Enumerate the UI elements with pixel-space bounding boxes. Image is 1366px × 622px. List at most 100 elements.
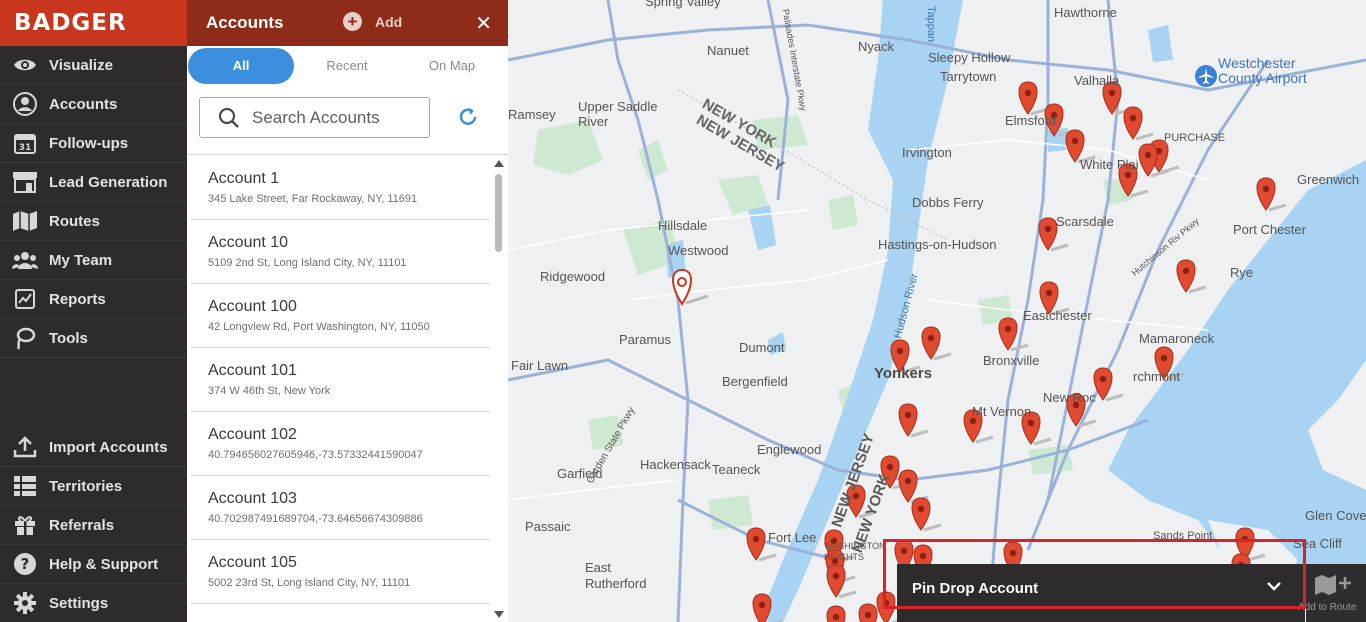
badger-logo[interactable]: BADGER [0, 0, 187, 46]
map-label-nyack: Nyack [858, 39, 895, 54]
account-list-item[interactable]: Account 101 374 W 46th St, New York [190, 348, 490, 412]
team-icon [12, 248, 38, 272]
map-label-fair-lawn: Fair Lawn [511, 358, 569, 373]
account-address: 5002 23rd St, Long Island City, NY, 1110… [208, 577, 411, 589]
pin-drop-account-bar[interactable]: Pin Drop Account [897, 564, 1305, 622]
sidebar-item-reports[interactable]: Reports [0, 280, 187, 319]
account-address: 40.794656027605946,-73.57332441590047 [208, 449, 423, 461]
account-pin-icon[interactable] [826, 605, 856, 622]
account-list-item[interactable]: Account 1 345 Lake Street, Far Rockaway, … [190, 156, 490, 220]
map-label-fort-lee: Fort Lee [768, 530, 817, 545]
sidebar-item-accounts[interactable]: Accounts [0, 85, 187, 124]
map-view[interactable]: Spring Valley Nanuet Nyack Sleepy Hollow… [508, 0, 1366, 622]
sidebar-item-lead-generation[interactable]: Lead Generation [0, 163, 187, 202]
sidebar-item-label: Accounts [49, 95, 118, 113]
account-list-item[interactable]: Account 100 42 Longview Rd, Port Washingt… [190, 284, 490, 348]
sidebar-item-label: Routes [49, 212, 100, 230]
search-box[interactable] [199, 97, 430, 138]
search-icon [218, 107, 239, 128]
map-label-irvington: Irvington [902, 145, 952, 160]
tab-on-map[interactable]: On Map [402, 48, 502, 84]
account-pin-icon[interactable] [921, 326, 952, 361]
account-pin-icon[interactable] [911, 497, 942, 532]
account-pin-icon[interactable] [898, 403, 929, 438]
sidebar-item-visualize[interactable]: Visualize [0, 46, 187, 85]
chevron-down-icon[interactable] [1267, 581, 1281, 591]
map-icon [12, 209, 38, 233]
account-list-item[interactable]: Account 103 40.702987491689704,-73.646566… [190, 476, 490, 540]
account-list: Account 1 345 Lake Street, Far Rockaway, … [187, 156, 490, 622]
map-label-westchester-airport: Westchester County Airport [1218, 55, 1307, 86]
account-address: 5109 2nd St, Long Island City, NY, 11101 [208, 257, 407, 269]
plus-icon: + [343, 12, 362, 31]
search-input[interactable] [250, 106, 424, 129]
svg-text:31: 31 [19, 143, 32, 153]
account-pin-icon[interactable] [1256, 177, 1287, 212]
map-label-greenwich: Greenwich [1297, 172, 1360, 187]
account-name: Account 1 [208, 170, 280, 187]
account-name: Account 102 [208, 426, 297, 443]
gift-icon [12, 513, 38, 537]
map-label-upper-saddle-river: Upper Saddle River [578, 99, 658, 129]
account-address: 345 Lake Street, Far Rockaway, NY, 11691 [208, 193, 418, 205]
sidebar-item-territories[interactable]: Territories [0, 467, 187, 506]
account-name: Account 105 [208, 554, 297, 571]
account-list-item[interactable]: Account 10 5109 2nd St, Long Island City,… [190, 220, 490, 284]
map-label-mt-vernon: Mt Vernon [972, 404, 1032, 419]
tab-bar: All Recent On Map [187, 46, 508, 88]
sidebar-item-settings[interactable]: Settings [0, 584, 187, 622]
sidebar-item-label: Reports [49, 290, 106, 308]
map-label-hillsdale: Hillsdale [658, 218, 708, 233]
account-list-scrollbar[interactable] [493, 156, 505, 622]
close-icon[interactable]: ✕ [475, 11, 492, 36]
account-pin-icon[interactable] [898, 469, 929, 504]
account-pin-icon[interactable] [1093, 367, 1124, 402]
scroll-up-icon[interactable] [494, 160, 504, 167]
account-pin-icon[interactable] [1018, 81, 1049, 116]
airport-icon [1195, 65, 1217, 87]
map-label-passaic: Passaic [525, 519, 571, 534]
account-list-item[interactable]: Account 105 5002 23rd St, Long Island Cit… [190, 540, 490, 604]
map-label-spring-valley: Spring Valley [645, 0, 721, 9]
user-circle-icon [12, 92, 38, 116]
map-label-purchase: PURCHASE [1164, 132, 1226, 144]
add-to-route-button[interactable]: Add to Route [1298, 564, 1366, 622]
map-label-tappan: Tappan [925, 5, 938, 43]
search-row [187, 88, 508, 155]
sidebar-item-follow-ups[interactable]: 31 Follow-ups [0, 124, 187, 163]
report-icon [12, 287, 38, 311]
scroll-down-icon[interactable] [494, 611, 504, 618]
sidebar-item-routes[interactable]: Routes [0, 202, 187, 241]
sidebar: BADGER Visualize Accounts 31 Follow-ups … [0, 0, 187, 622]
add-account-button[interactable]: + Add [343, 12, 402, 31]
sidebar-item-tools[interactable]: Tools [0, 319, 187, 358]
map-label-mamaroneck: Mamaroneck [1139, 331, 1215, 346]
question-icon: ? [12, 552, 38, 576]
sidebar-item-help-support[interactable]: ? Help & Support [0, 545, 187, 584]
map-label-hawthorne: Hawthorne [1054, 5, 1117, 20]
account-name: Account 10 [208, 234, 289, 251]
sidebar-item-my-team[interactable]: My Team [0, 241, 187, 280]
sidebar-item-label: Follow-ups [49, 134, 129, 152]
map-label-new-rochelle: New Roc [1043, 390, 1096, 405]
sidebar-item-import-accounts[interactable]: Import Accounts [0, 428, 187, 467]
account-name: Account 101 [208, 362, 297, 379]
map-label-ramsey: Ramsey [508, 107, 556, 122]
svg-text:?: ? [21, 555, 30, 573]
sidebar-item-referrals[interactable]: Referrals [0, 506, 187, 545]
map-label-port-chester: Port Chester [1233, 222, 1306, 237]
sidebar-item-label: Referrals [49, 516, 115, 534]
add-label: Add [375, 13, 403, 30]
scroll-thumb[interactable] [495, 174, 502, 252]
account-name: Account 103 [208, 490, 297, 507]
account-pin-icon[interactable] [1123, 106, 1154, 141]
calendar-icon: 31 [12, 131, 38, 155]
account-pin-icon[interactable] [1176, 259, 1207, 294]
pin-drop-title: Pin Drop Account [912, 580, 1039, 597]
account-pin-icon[interactable] [826, 564, 857, 599]
account-list-item[interactable]: Account 102 40.794656027605946,-73.573324… [190, 412, 490, 476]
storefront-icon [12, 170, 38, 194]
tab-all[interactable]: All [188, 48, 294, 84]
tab-recent[interactable]: Recent [297, 48, 397, 84]
refresh-icon[interactable] [457, 106, 479, 133]
